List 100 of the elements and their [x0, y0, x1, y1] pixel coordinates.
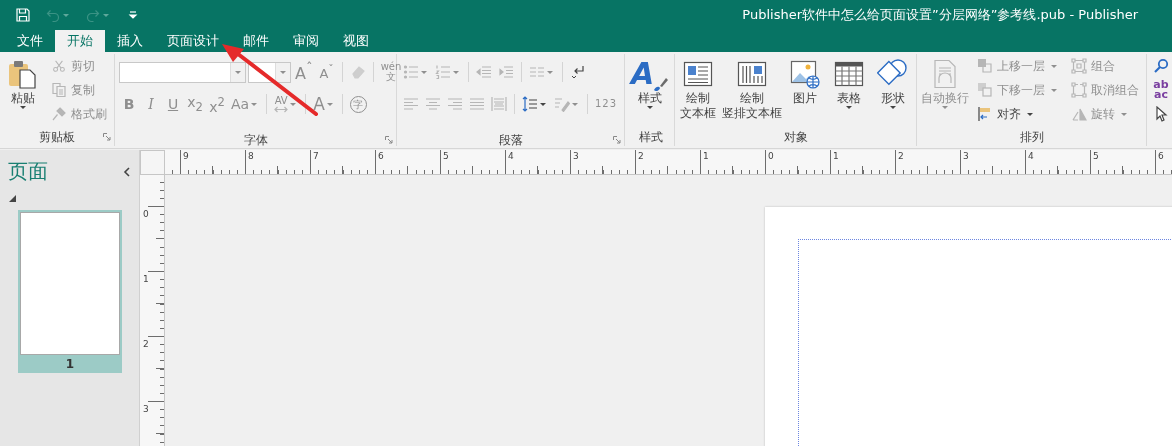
- ribbon-tab[interactable]: 页面设计: [155, 30, 231, 52]
- caret-icon: [280, 70, 286, 74]
- ruler-number: 9: [183, 151, 189, 161]
- ruler-number: 5: [1093, 151, 1099, 161]
- ruler-number: 1: [703, 151, 709, 161]
- caret-icon: [1121, 112, 1127, 116]
- group-label: 排列: [1018, 128, 1045, 146]
- caret-icon: [63, 13, 69, 17]
- ribbon-tab[interactable]: 审阅: [281, 30, 331, 52]
- ruler-number: 0: [768, 151, 774, 161]
- scissors-icon: [51, 58, 67, 74]
- launcher-icon: [103, 132, 111, 141]
- caret-icon: [1027, 112, 1033, 116]
- caret-icon: [103, 13, 109, 17]
- table-button[interactable]: 表格: [830, 55, 868, 125]
- send-backward-icon: [977, 82, 993, 98]
- launcher-icon: [385, 136, 393, 144]
- picture-button[interactable]: 图片: [786, 55, 824, 125]
- rotate-icon: [1071, 106, 1087, 122]
- chevron-left-icon: [123, 166, 131, 177]
- caret-icon: [646, 106, 653, 109]
- ribbon-tab[interactable]: 邮件: [231, 30, 281, 52]
- distributed-icon: [491, 96, 507, 112]
- ungroup-icon: [1071, 82, 1087, 98]
- caret-icon: [547, 70, 553, 74]
- caret-icon: [421, 70, 427, 74]
- redo-icon: [85, 7, 101, 23]
- group-label: 剪贴板: [38, 128, 76, 146]
- launcher-icon: [613, 136, 621, 144]
- caret-icon: [890, 106, 896, 109]
- ruler-number: 1: [833, 151, 839, 161]
- ribbon-tab[interactable]: 插入: [105, 30, 155, 52]
- justify-icon: [469, 96, 485, 112]
- align-left-icon: [403, 96, 419, 112]
- cursor-icon: [1153, 106, 1169, 122]
- ruler-number: 8: [248, 151, 254, 161]
- caret-icon: [846, 106, 852, 109]
- vertical-text-box-button[interactable]: 绘制 竖排文本框: [723, 55, 780, 125]
- increase-indent-icon: [498, 64, 514, 80]
- line-break-icon: [570, 64, 586, 80]
- decrease-indent-icon: [476, 64, 492, 80]
- caret-icon: [1051, 64, 1057, 68]
- caret-icon: [453, 70, 459, 74]
- caret-icon: [235, 70, 241, 74]
- ruler-number: 2: [898, 151, 904, 161]
- paste-button[interactable]: 粘贴: [4, 55, 42, 125]
- ruler-number: 1: [143, 274, 149, 284]
- caret-icon: [326, 102, 333, 106]
- clipboard-icon: [7, 58, 39, 90]
- line-spacing-icon: [522, 96, 538, 112]
- ruler-number: 3: [963, 151, 969, 161]
- triangle-icon: [9, 195, 16, 202]
- dialog-launcher-button[interactable]: [382, 136, 396, 144]
- search-icon: [1153, 58, 1169, 74]
- align-objects-icon: [977, 106, 993, 122]
- ruler-number: 4: [508, 151, 514, 161]
- align-button[interactable]: 对齐: [974, 103, 1038, 125]
- caret-icon: [540, 102, 546, 106]
- ruler-number: 5: [443, 151, 449, 161]
- ribbon-tab[interactable]: 开始: [55, 30, 105, 52]
- styles-button[interactable]: A 样式: [629, 55, 670, 125]
- page-number: 1: [64, 356, 76, 373]
- undo-icon: [45, 7, 61, 23]
- ruler-number: 7: [313, 151, 319, 161]
- group-label: 对象: [782, 128, 809, 146]
- collapse-pane-button[interactable]: [123, 166, 131, 177]
- caret-icon: [941, 106, 948, 109]
- paint-bucket-icon: [554, 96, 570, 112]
- ruler-number: 6: [378, 151, 384, 161]
- ruler-number: 4: [1028, 151, 1034, 161]
- group-label: 段落: [497, 132, 524, 148]
- ribbon-tab[interactable]: 文件: [5, 30, 55, 52]
- brush-icon: [51, 106, 67, 122]
- ruler-number: 0: [143, 209, 149, 219]
- group-label: 样式: [639, 128, 663, 146]
- window-title: Publisher软件中怎么给页面设置”分层网络”参考线.pub - Publisher: [742, 6, 1139, 24]
- copy-icon: [51, 82, 67, 98]
- bring-forward-icon: [977, 58, 993, 74]
- caret-icon: [251, 102, 258, 106]
- paintbrush-icon: [654, 77, 669, 91]
- dialog-launcher-button[interactable]: [100, 132, 114, 141]
- ruler-number: 3: [573, 151, 579, 161]
- replace-button[interactable]: ab ac: [1151, 79, 1171, 101]
- shapes-button[interactable]: 形状: [874, 55, 912, 125]
- double-arrow-icon: [274, 106, 289, 113]
- ruler-number: 6: [1158, 151, 1164, 161]
- numbered-list-icon: [435, 64, 451, 80]
- caret-icon: [20, 106, 26, 109]
- caret-icon: [290, 102, 297, 106]
- save-icon: [15, 7, 31, 23]
- ribbon-tab[interactable]: 视图: [331, 30, 381, 52]
- dialog-launcher-button[interactable]: [610, 136, 624, 144]
- ruler-number: 2: [638, 151, 644, 161]
- ruler-number: 3: [143, 404, 149, 414]
- bulleted-list-icon: [403, 64, 419, 80]
- page-thumbnail[interactable]: 1: [18, 210, 122, 373]
- group-label: 字体: [242, 132, 269, 148]
- pane-title: 页面: [8, 158, 48, 185]
- text-box-button[interactable]: 绘制 文本框: [679, 55, 717, 125]
- group-icon: [1071, 58, 1087, 74]
